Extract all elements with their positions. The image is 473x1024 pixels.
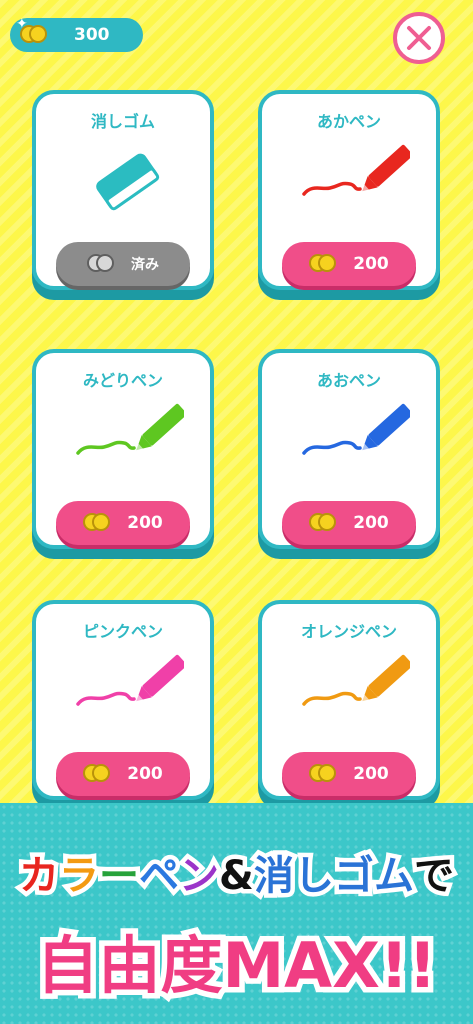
coin-icon	[309, 513, 339, 533]
button-label: 200	[353, 764, 389, 784]
buy-button[interactable]: 200	[56, 501, 190, 545]
headline-char: ム	[369, 849, 418, 904]
eraser-icon	[74, 144, 184, 224]
promo-banner: カラーペン&消しゴムで 自由度MAX!!	[0, 803, 473, 1024]
headline-char: ン	[175, 849, 224, 904]
headline-char: ゴ	[329, 849, 378, 904]
close-x-icon	[407, 26, 431, 50]
button-label: 済み	[131, 257, 159, 273]
item-name: あかペン	[316, 112, 381, 131]
item-name: オレンジペン	[300, 622, 397, 641]
coin-icon	[309, 254, 339, 274]
headline-char: カ	[15, 849, 64, 904]
item-card[interactable]: あかペン 200	[258, 90, 440, 290]
coin-icon	[83, 764, 113, 784]
headline-char: &	[215, 849, 259, 904]
buy-button[interactable]: 200	[282, 752, 416, 796]
button-label: 200	[353, 513, 389, 533]
item-card[interactable]: ピンクペン 200	[32, 600, 214, 800]
headline-char: で	[409, 849, 458, 904]
banner-headline: カラーペン&消しゴムで	[0, 843, 473, 904]
pen-icon	[74, 403, 187, 483]
headline-char: ラ	[55, 849, 104, 904]
coin-icon	[309, 764, 339, 784]
owned-button[interactable]: 済み	[56, 242, 190, 286]
coin-icon	[20, 25, 50, 45]
buy-button[interactable]: 200	[56, 752, 190, 796]
buy-button[interactable]: 200	[282, 242, 416, 286]
button-label: 200	[127, 513, 163, 533]
item-card[interactable]: オレンジペン 200	[258, 600, 440, 800]
headline-char: 消	[249, 849, 298, 904]
pen-icon	[300, 654, 413, 734]
close-button[interactable]	[393, 12, 445, 64]
banner-slogan: 自由度MAX!!	[31, 924, 442, 1008]
button-label: 200	[353, 254, 389, 274]
headline-char: し	[289, 849, 338, 904]
item-card[interactable]: みどりペン 200	[32, 349, 214, 549]
pen-icon	[74, 654, 187, 734]
item-name: ピンクペン	[82, 622, 163, 641]
pen-icon	[300, 403, 413, 483]
button-label: 200	[127, 764, 163, 784]
headline-char: ー	[95, 849, 144, 904]
buy-button[interactable]: 200	[282, 501, 416, 545]
coin-icon	[87, 254, 117, 274]
item-name: みどりペン	[82, 371, 163, 390]
coin-count: 300	[74, 25, 110, 45]
item-name: 消しゴム	[90, 112, 155, 131]
pen-icon	[300, 144, 413, 224]
headline-char: ペ	[135, 849, 184, 904]
item-name: あおペン	[316, 371, 381, 390]
coin-icon	[83, 513, 113, 533]
item-card[interactable]: 消しゴム済み	[32, 90, 214, 290]
coin-balance: ✦ 300	[10, 16, 143, 52]
item-card[interactable]: あおペン 200	[258, 349, 440, 549]
